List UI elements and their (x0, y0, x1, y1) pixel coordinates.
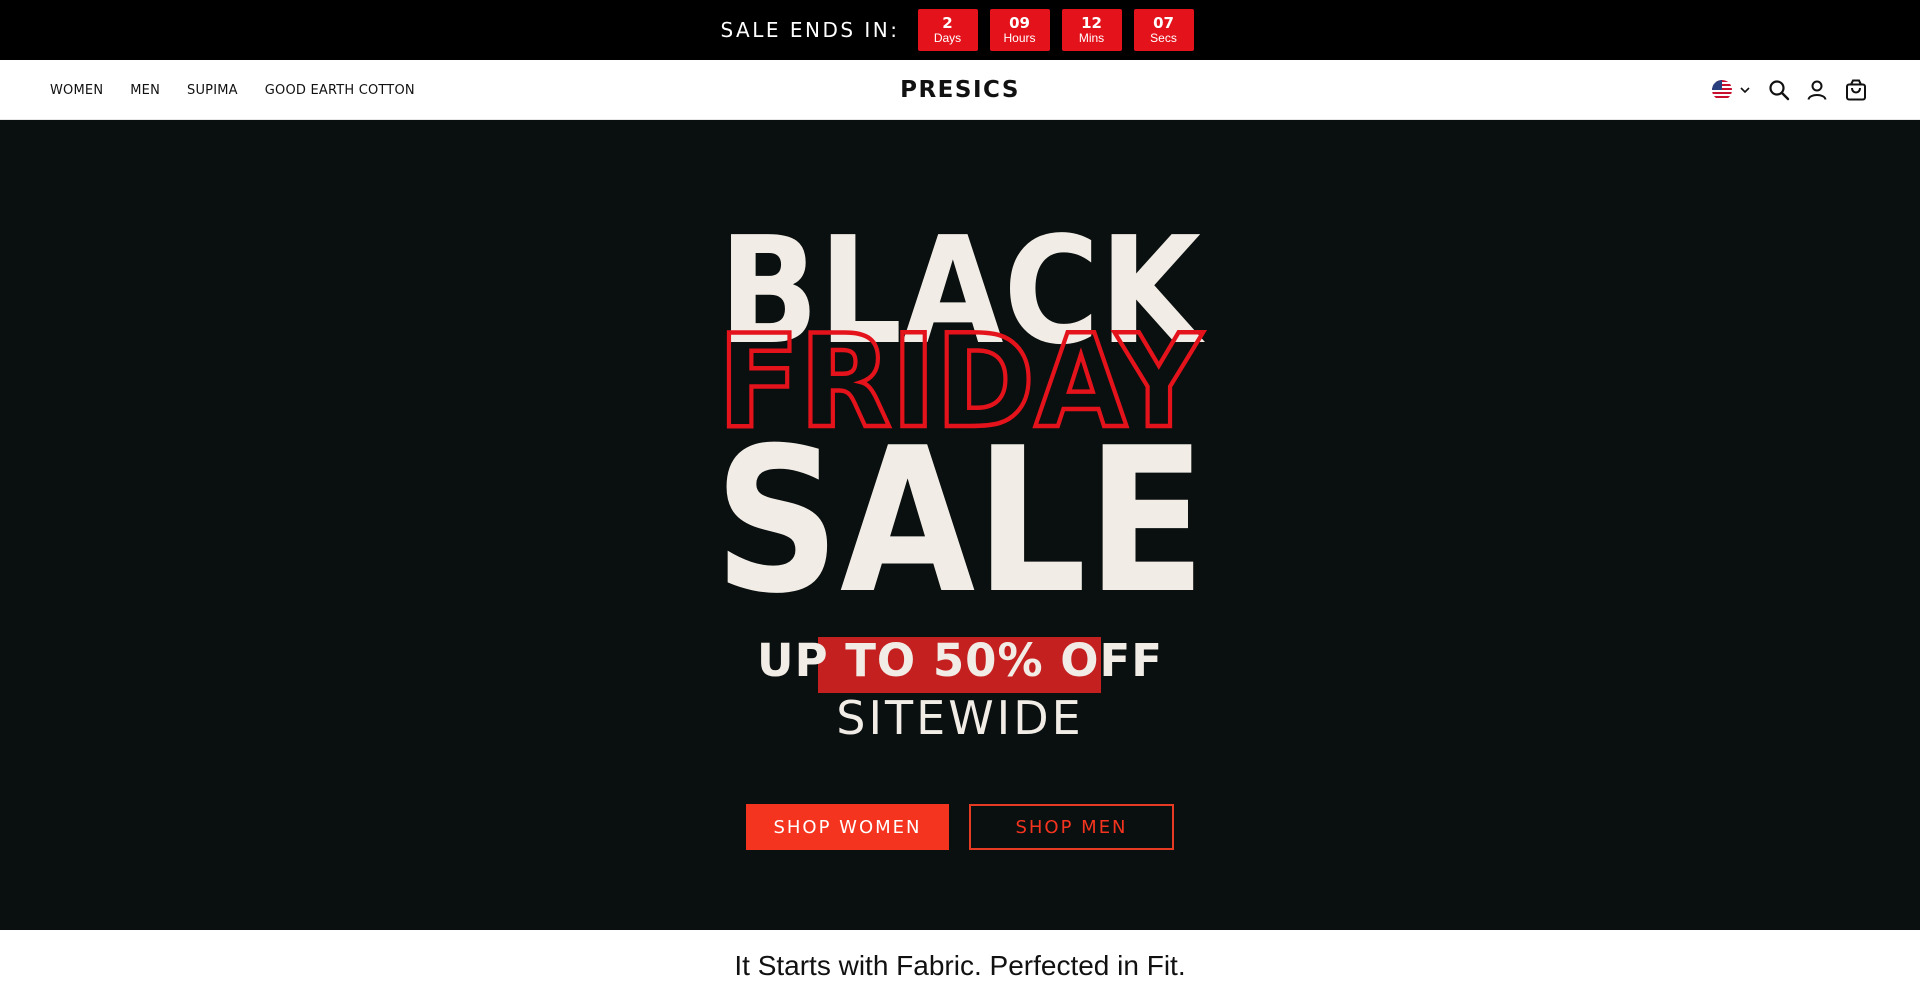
shop-women-button[interactable]: SHOP WOMEN (746, 804, 949, 850)
shop-men-button[interactable]: SHOP MEN (969, 804, 1174, 850)
sale-ends-label: SALE ENDS IN: (720, 18, 900, 42)
cart-icon (1846, 79, 1866, 101)
countdown-secs-value: 07 (1153, 14, 1174, 32)
countdown-mins: 12 Mins (1061, 9, 1122, 51)
account-icon (1807, 80, 1827, 100)
us-flag-icon (1712, 80, 1732, 100)
countdown-days-value: 2 (942, 14, 953, 32)
countdown-days-unit: Days (933, 31, 962, 45)
country-selector[interactable] (1712, 80, 1752, 100)
tagline: It Starts with Fabric. Perfected in Fit. (734, 950, 1186, 981)
countdown-secs-unit: Secs (1150, 31, 1177, 45)
countdown-hours: 09 Hours (989, 9, 1050, 51)
hero-title: BLACK FRIDAY SALE (714, 205, 1206, 620)
discount-line: UP TO 50% OFF (0, 633, 1920, 693)
countdown-mins-unit: Mins (1078, 31, 1105, 45)
discount-text: UP TO 50% OFF (757, 634, 1163, 687)
hero-line-sale: SALE (714, 405, 1206, 620)
chevron-down-icon (1740, 87, 1750, 94)
account-button[interactable] (1806, 79, 1828, 101)
search-button[interactable] (1768, 79, 1790, 101)
countdown-hours-unit: Hours (1003, 31, 1036, 45)
logo[interactable]: PRESICS (900, 77, 1020, 103)
countdown-days: 2 Days (917, 9, 978, 51)
cart-button[interactable] (1844, 78, 1868, 102)
nav-link-good-earth-cotton[interactable]: GOOD EARTH COTTON (265, 83, 415, 98)
nav-link-supima[interactable]: SUPIMA (187, 83, 238, 98)
countdown-hours-value: 09 (1009, 14, 1030, 32)
nav-link-women[interactable]: WOMEN (50, 83, 103, 98)
nav-link-men[interactable]: MEN (130, 83, 160, 98)
sitewide-text: SITEWIDE (836, 691, 1084, 745)
nav-links: WOMEN MEN SUPIMA GOOD EARTH COTTON (50, 60, 442, 120)
countdown-secs: 07 Secs (1133, 9, 1194, 51)
nav-icons (1698, 60, 1868, 120)
announcement-bar: SALE ENDS IN: 2 Days 09 Hours 12 Mins 07… (0, 0, 1920, 60)
hero-banner: BLACK FRIDAY SALE UP TO 50% OFF SITEWIDE… (0, 120, 1920, 930)
countdown-mins-value: 12 (1081, 14, 1102, 32)
search-icon (1769, 80, 1790, 101)
main-nav: WOMEN MEN SUPIMA GOOD EARTH COTTON PRESI… (0, 60, 1920, 120)
